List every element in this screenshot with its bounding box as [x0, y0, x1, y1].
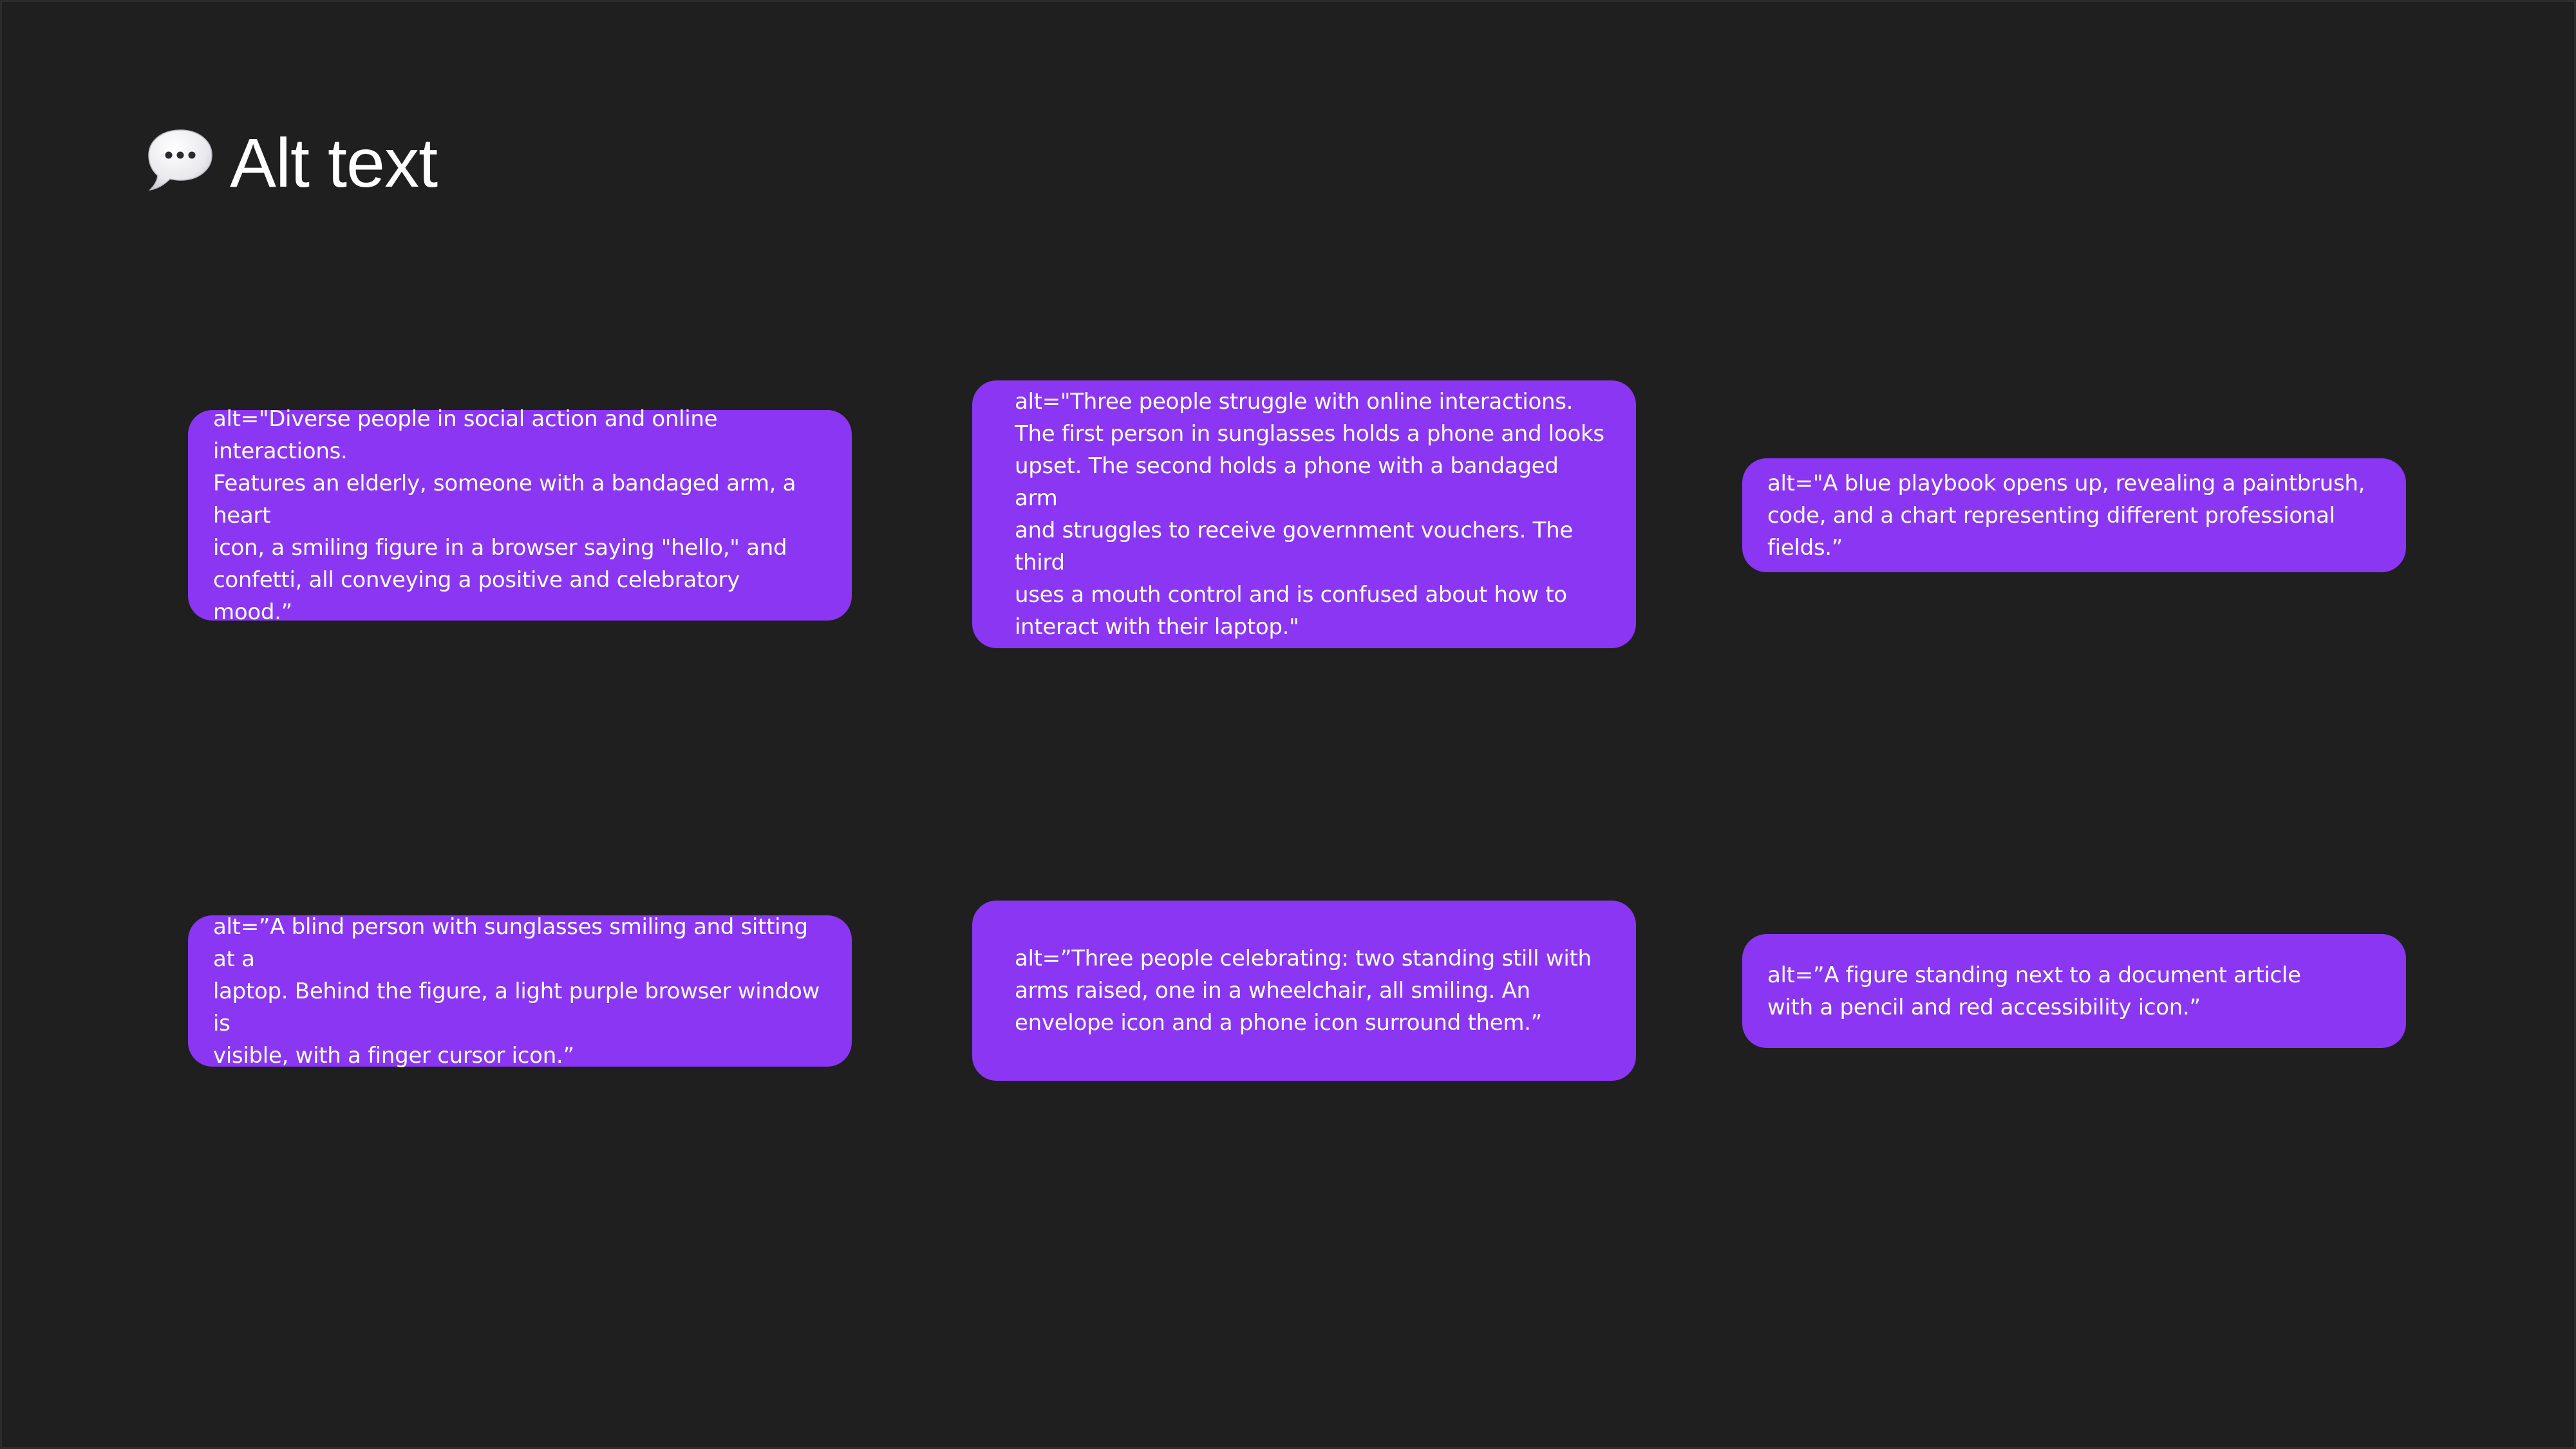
alt-text-card-5: alt=”Three people celebrating: two stand… — [972, 901, 1636, 1081]
alt-text-card-text: alt=”A figure standing next to a documen… — [1767, 962, 2301, 1020]
alt-text-card-text: alt="A blue playbook opens up, revealing… — [1767, 470, 2365, 561]
slide-frame: Alt text alt="Diverse people in social a… — [0, 0, 2576, 1449]
slide-header: Alt text — [145, 118, 438, 208]
alt-text-card-2: alt="Three people struggle with online i… — [972, 380, 1636, 648]
alt-text-card-6: alt=”A figure standing next to a documen… — [1742, 934, 2406, 1048]
alt-text-card-text: alt="Diverse people in social action and… — [213, 406, 796, 625]
speech-bubble-icon — [148, 129, 212, 191]
alt-text-card-text: alt=”A blind person with sunglasses smil… — [213, 913, 820, 1069]
alt-text-card-4: alt=”A blind person with sunglasses smil… — [188, 914, 852, 1069]
alt-text-card-1: alt="Diverse people in social action and… — [188, 406, 852, 625]
page-title: Alt text — [230, 124, 438, 201]
alt-text-card-3: alt="A blue playbook opens up, revealing… — [1742, 458, 2406, 572]
alt-text-card-text: alt=”Three people celebrating: two stand… — [1015, 946, 1592, 1036]
alt-text-card-text: alt="Three people struggle with online i… — [1015, 389, 1604, 640]
